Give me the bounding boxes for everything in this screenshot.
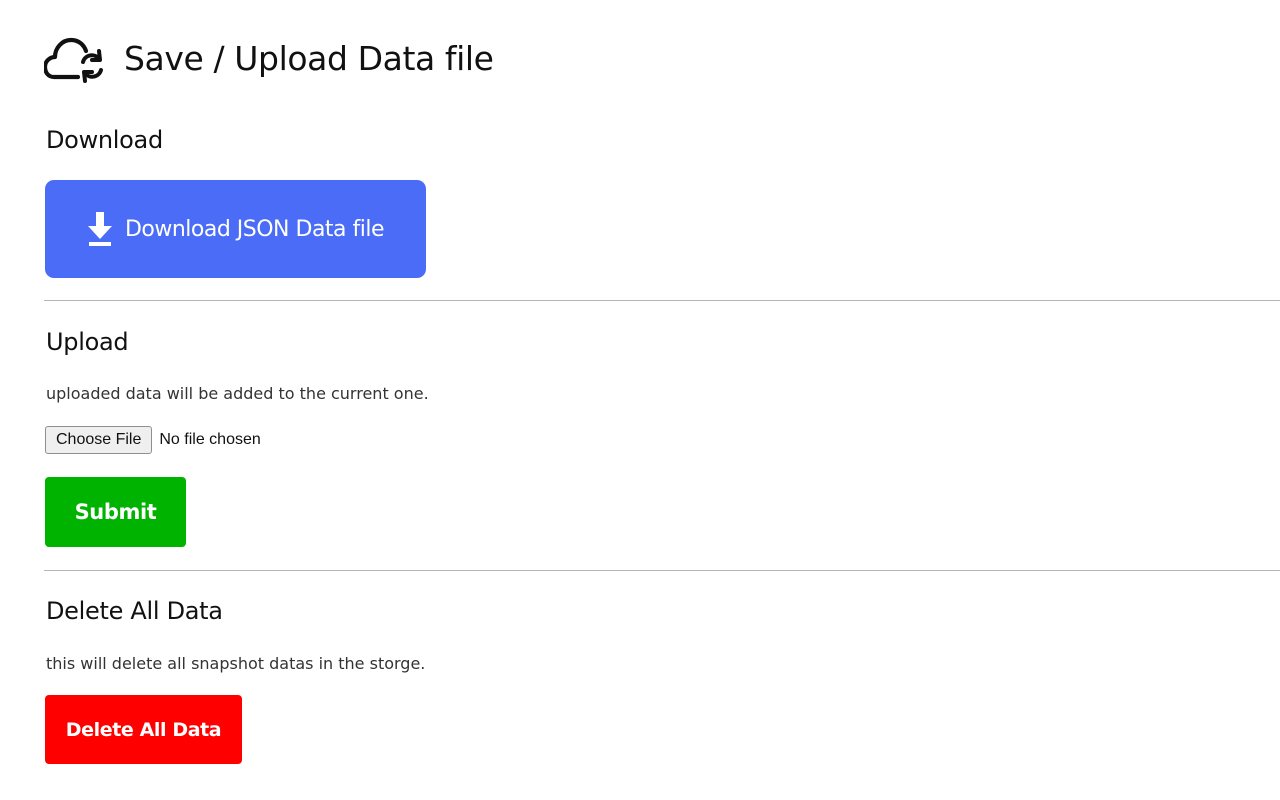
download-json-button-label: Download JSON Data file: [124, 216, 385, 242]
page: Save / Upload Data file Download Downloa…: [0, 0, 1280, 800]
choose-file-button[interactable]: Choose File: [45, 426, 153, 454]
upload-description: uploaded data will be added to the curre…: [46, 384, 429, 403]
download-section-title: Download: [46, 126, 163, 154]
page-title: Save / Upload Data file: [124, 38, 494, 78]
page-header: Save / Upload Data file: [42, 32, 494, 84]
delete-all-data-button[interactable]: Delete All Data: [45, 695, 242, 764]
upload-section-title: Upload: [46, 328, 129, 356]
submit-button[interactable]: Submit: [45, 477, 186, 547]
delete-section-title: Delete All Data: [46, 597, 223, 625]
file-status-text: No file chosen: [159, 431, 261, 448]
file-input[interactable]: Choose File No file chosen: [45, 426, 261, 454]
download-arrow-icon: [87, 211, 113, 247]
delete-description: this will delete all snapshot datas in t…: [46, 654, 426, 673]
cloud-sync-icon: [42, 32, 110, 84]
divider: [44, 570, 1280, 571]
divider: [44, 300, 1280, 301]
download-json-button[interactable]: Download JSON Data file: [45, 180, 426, 278]
